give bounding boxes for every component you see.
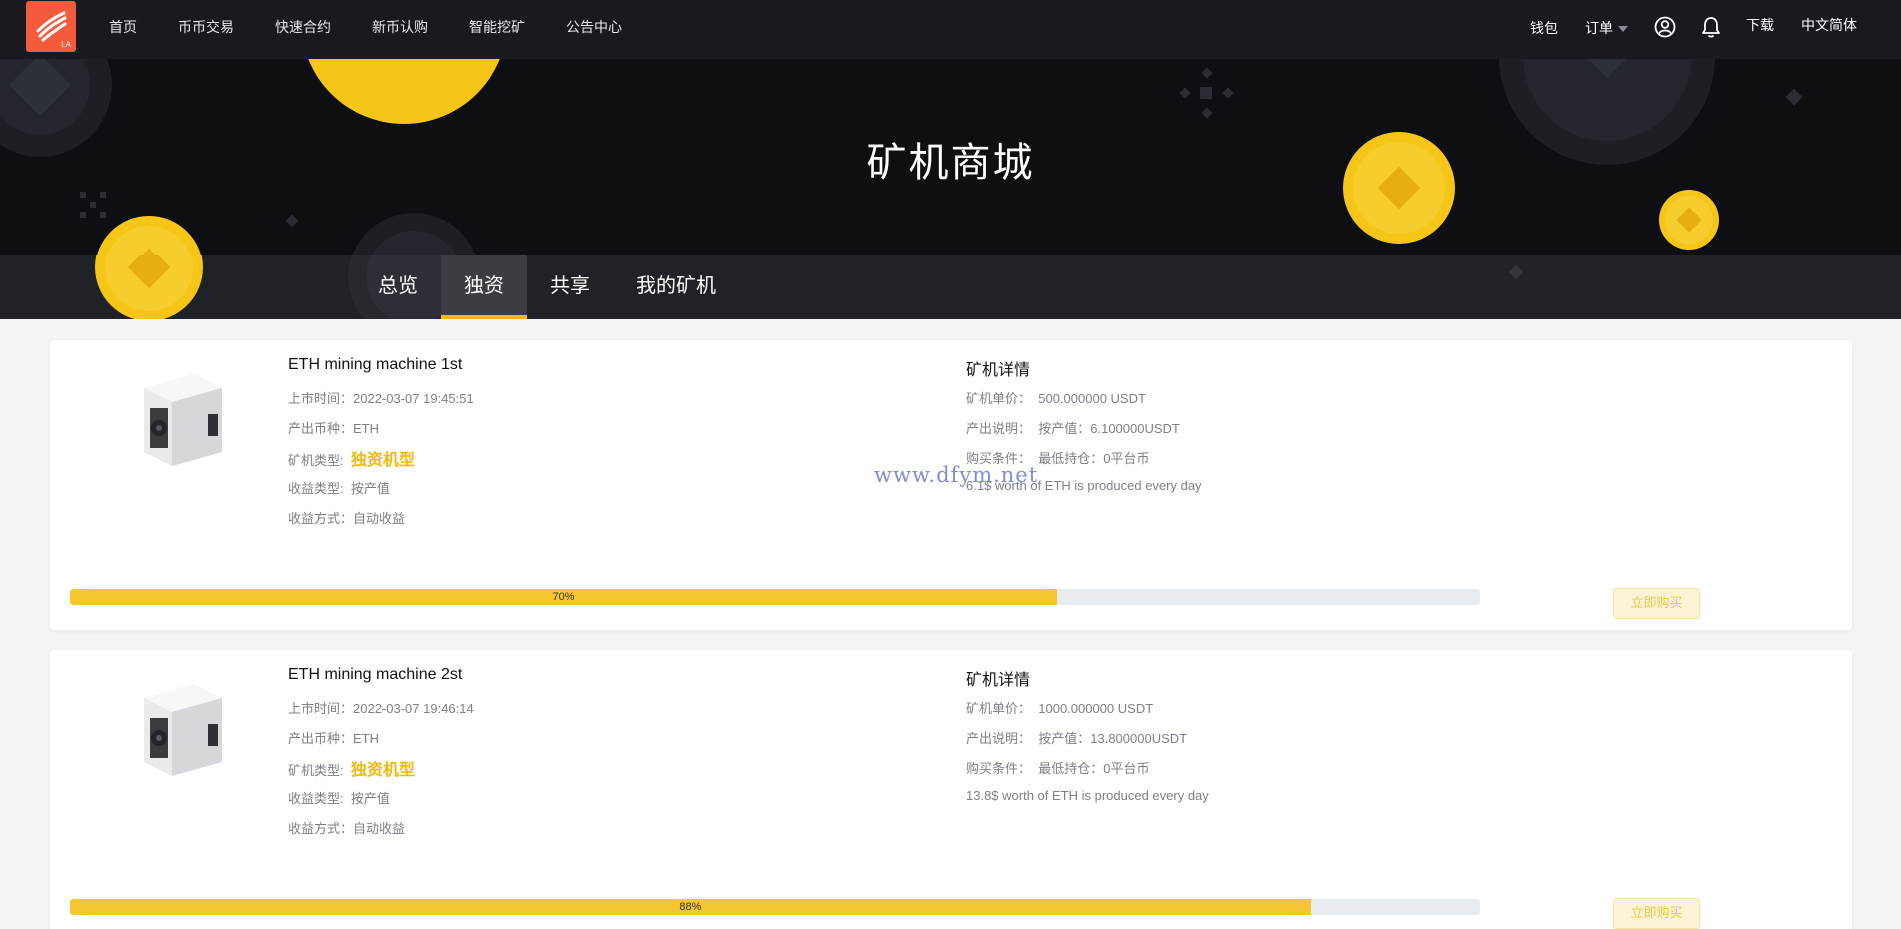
daily-output-note: 13.8$ worth of ETH is produced every day [966, 788, 1209, 803]
tabbar-decoration-icon [95, 255, 1524, 319]
revenue-type-row: 收益类型: 按产值 [288, 478, 390, 497]
output-coin-row: 产出币种：ETH [288, 418, 379, 437]
miner-type-label: 矿机类型: [288, 453, 344, 468]
orders-label: 订单 [1585, 21, 1613, 37]
output-desc-value: 按产值：6.100000USDT [1038, 421, 1180, 436]
nav-new-coin-subscription[interactable]: 新币认购 [372, 17, 428, 37]
listed-time-value: 2022-03-07 19:46:14 [353, 701, 474, 716]
output-coin-label: 产出币种： [288, 731, 354, 746]
revenue-method-label: 收益方式： [288, 511, 354, 526]
tab-bar: 总览 独资 共享 我的矿机 [0, 255, 1901, 319]
tab-shared[interactable]: 共享 [527, 255, 613, 319]
page-title: 矿机商城 [866, 140, 1035, 186]
revenue-method-value: 自动收益 [353, 511, 406, 526]
details-title: 矿机详情 [966, 360, 1031, 379]
miner-type-value: 独资机型 [350, 762, 415, 779]
logo[interactable]: LA [26, 1, 76, 52]
watermark: www.dfym.net [874, 463, 1039, 487]
sales-progress-bar: 88% [70, 899, 1480, 915]
bell-icon[interactable] [1701, 16, 1721, 42]
unit-price-value: 1000.000000 USDT [1038, 701, 1154, 716]
orders-dropdown[interactable]: 订单 [1585, 18, 1628, 38]
nav-home[interactable]: 首页 [109, 17, 137, 37]
machine-name: ETH mining machine 2st [288, 666, 463, 683]
tabs: 总览 独资 共享 我的矿机 [355, 255, 739, 319]
chevron-down-icon [1618, 26, 1628, 32]
revenue-type-label: 收益类型: [288, 481, 344, 496]
nav-spot-trading[interactable]: 币币交易 [178, 17, 234, 37]
revenue-type-label: 收益类型: [288, 791, 344, 806]
tab-my-miners[interactable]: 我的矿机 [613, 255, 739, 319]
logo-icon [36, 11, 67, 42]
nav-smart-mining[interactable]: 智能挖矿 [469, 17, 525, 37]
miner-type-row: 矿机类型: 独资机型 [288, 756, 415, 780]
sales-progress-bar: 70% [70, 589, 1480, 605]
revenue-method-row: 收益方式：自动收益 [288, 508, 405, 527]
language-selector[interactable]: 中文简体 [1801, 15, 1857, 35]
tab-sole-proprietorship[interactable]: 独资 [441, 255, 527, 319]
output-desc-label: 产出说明： [966, 421, 1032, 436]
revenue-type-row: 收益类型: 按产值 [288, 788, 390, 807]
main-menu: 首页 币币交易 快速合约 新币认购 智能挖矿 公告中心 [109, 0, 663, 54]
logo-text: LA [61, 40, 71, 49]
revenue-type-value: 按产值 [350, 791, 390, 806]
hero-banner: 矿机商城 [0, 59, 1901, 255]
details-title: 矿机详情 [966, 670, 1031, 689]
revenue-method-row: 收益方式：自动收益 [288, 818, 405, 837]
output-desc-value: 按产值：13.800000USDT [1038, 731, 1188, 746]
wallet-link[interactable]: 钱包 [1530, 18, 1558, 38]
purchase-cond-row: 购买条件： 最低持仓：0平台币 [966, 758, 1149, 777]
output-coin-row: 产出币种：ETH [288, 728, 379, 747]
nav-announcements[interactable]: 公告中心 [566, 17, 622, 37]
miner-type-value: 独资机型 [350, 452, 415, 469]
unit-price-row: 矿机单价： 1000.000000 USDT [966, 698, 1153, 717]
listed-time-value: 2022-03-07 19:45:51 [353, 391, 474, 406]
output-desc-row: 产出说明： 按产值：6.100000USDT [966, 418, 1180, 437]
revenue-type-value: 按产值 [350, 481, 390, 496]
progress-label: 70% [552, 591, 575, 603]
listed-time-row: 上市时间：2022-03-07 19:45:51 [288, 388, 474, 407]
miner-card: ETH mining machine 2st 上市时间：2022-03-07 1… [50, 650, 1852, 929]
nav-quick-contract[interactable]: 快速合约 [275, 17, 331, 37]
top-navbar: LA 首页 币币交易 快速合约 新币认购 智能挖矿 公告中心 钱包 订单 下载 … [0, 0, 1901, 59]
purchase-cond-value: 最低持仓：0平台币 [1038, 761, 1150, 776]
unit-price-label: 矿机单价： [966, 701, 1032, 716]
purchase-cond-value: 最低持仓：0平台币 [1038, 451, 1150, 466]
listed-time-label: 上市时间： [288, 391, 354, 406]
progress-label: 88% [679, 901, 702, 913]
output-coin-label: 产出币种： [288, 421, 354, 436]
machine-name: ETH mining machine 1st [288, 356, 463, 373]
purchase-cond-label: 购买条件： [966, 761, 1032, 776]
tab-overview[interactable]: 总览 [355, 255, 441, 319]
unit-price-value: 500.000000 USDT [1038, 391, 1146, 406]
revenue-method-label: 收益方式： [288, 821, 354, 836]
listed-time-row: 上市时间：2022-03-07 19:46:14 [288, 698, 474, 717]
unit-price-row: 矿机单价： 500.000000 USDT [966, 388, 1146, 407]
listed-time-label: 上市时间： [288, 701, 354, 716]
output-desc-row: 产出说明： 按产值：13.800000USDT [966, 728, 1187, 747]
download-link[interactable]: 下载 [1746, 15, 1774, 35]
output-coin-value: ETH [353, 731, 380, 746]
unit-price-label: 矿机单价： [966, 391, 1032, 406]
output-coin-value: ETH [353, 421, 380, 436]
miner-image [144, 684, 222, 776]
buy-now-button[interactable]: 立即购买 [1613, 898, 1700, 929]
miner-image [144, 374, 222, 466]
output-desc-label: 产出说明： [966, 731, 1032, 746]
miner-type-label: 矿机类型: [288, 763, 344, 778]
miner-type-row: 矿机类型: 独资机型 [288, 446, 415, 470]
buy-now-button[interactable]: 立即购买 [1613, 588, 1700, 619]
revenue-method-value: 自动收益 [353, 821, 406, 836]
user-avatar-icon[interactable] [1654, 16, 1676, 42]
